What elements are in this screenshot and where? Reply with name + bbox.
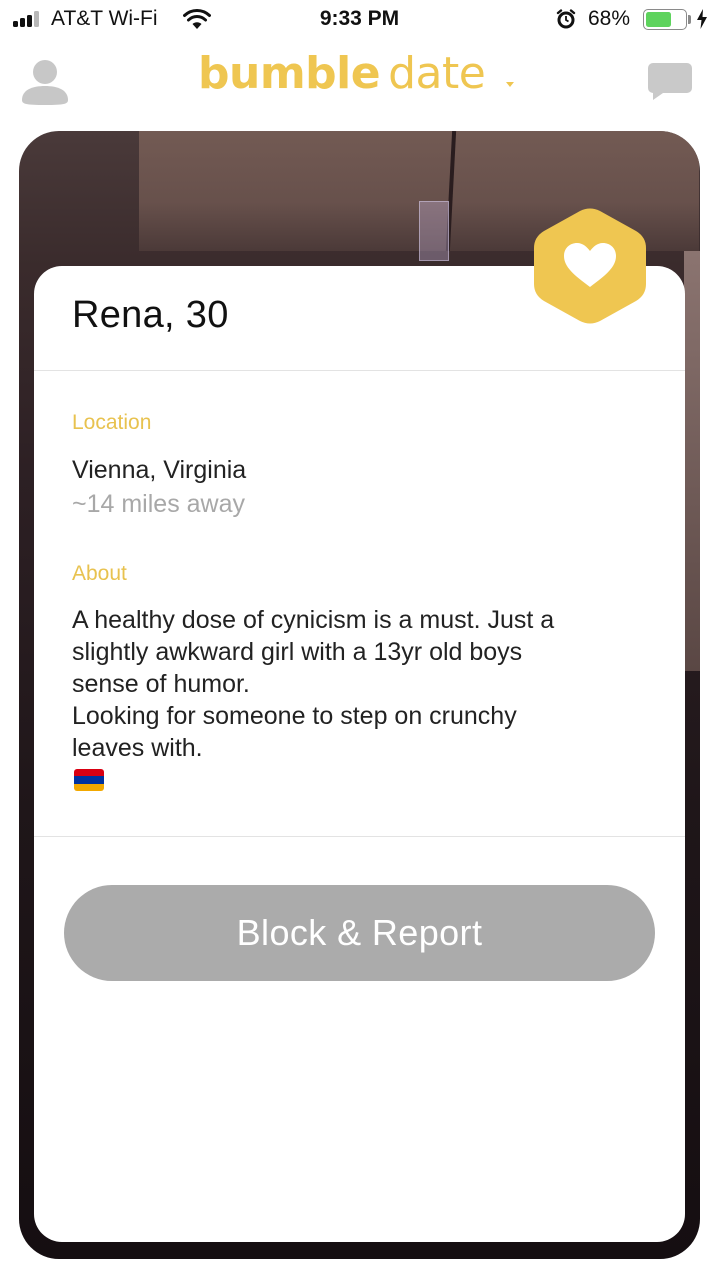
about-line: A healthy dose of cynicism is a must. Ju… — [72, 606, 555, 634]
photo-background-detail — [419, 201, 449, 261]
divider — [34, 836, 685, 837]
battery-percent: 68% — [588, 7, 631, 30]
profile-name-age: Rena, 30 — [72, 294, 229, 336]
battery-nub — [688, 15, 691, 24]
profile-info-card: Rena, 30 Location Vienna, Virginia ~14 m… — [34, 266, 685, 1242]
app-logo[interactable]: bumble date — [198, 48, 486, 99]
about-label: About — [72, 562, 127, 585]
chat-icon[interactable] — [647, 62, 693, 100]
about-text: A healthy dose of cynicism is a must. Ju… — [72, 604, 652, 764]
about-line: slightly awkward girl with a 13yr old bo… — [72, 638, 523, 666]
alarm-icon — [556, 9, 576, 29]
divider — [34, 370, 685, 371]
mode-dropdown-caret-icon[interactable] — [506, 82, 514, 87]
profile-icon[interactable] — [20, 56, 70, 106]
logo-secondary: date — [388, 48, 486, 99]
about-line: Looking for someone to step on crunchy — [72, 702, 517, 730]
location-city: Vienna, Virginia — [72, 456, 247, 484]
heart-icon[interactable] — [534, 207, 646, 325]
battery-level-fill — [646, 12, 671, 27]
charging-bolt-icon — [697, 9, 707, 29]
about-line: sense of humor. — [72, 670, 250, 698]
armenia-flag-icon — [74, 769, 104, 791]
status-bar: AT&T Wi-Fi 9:33 PM 68% — [0, 0, 719, 40]
location-distance: ~14 miles away — [72, 490, 245, 518]
about-line: leaves with. — [72, 734, 203, 762]
location-label: Location — [72, 411, 152, 434]
block-report-button[interactable]: Block & Report — [64, 885, 655, 981]
battery-icon — [643, 9, 687, 30]
photo-background-detail — [684, 251, 700, 671]
logo-primary: bumble — [198, 48, 381, 99]
